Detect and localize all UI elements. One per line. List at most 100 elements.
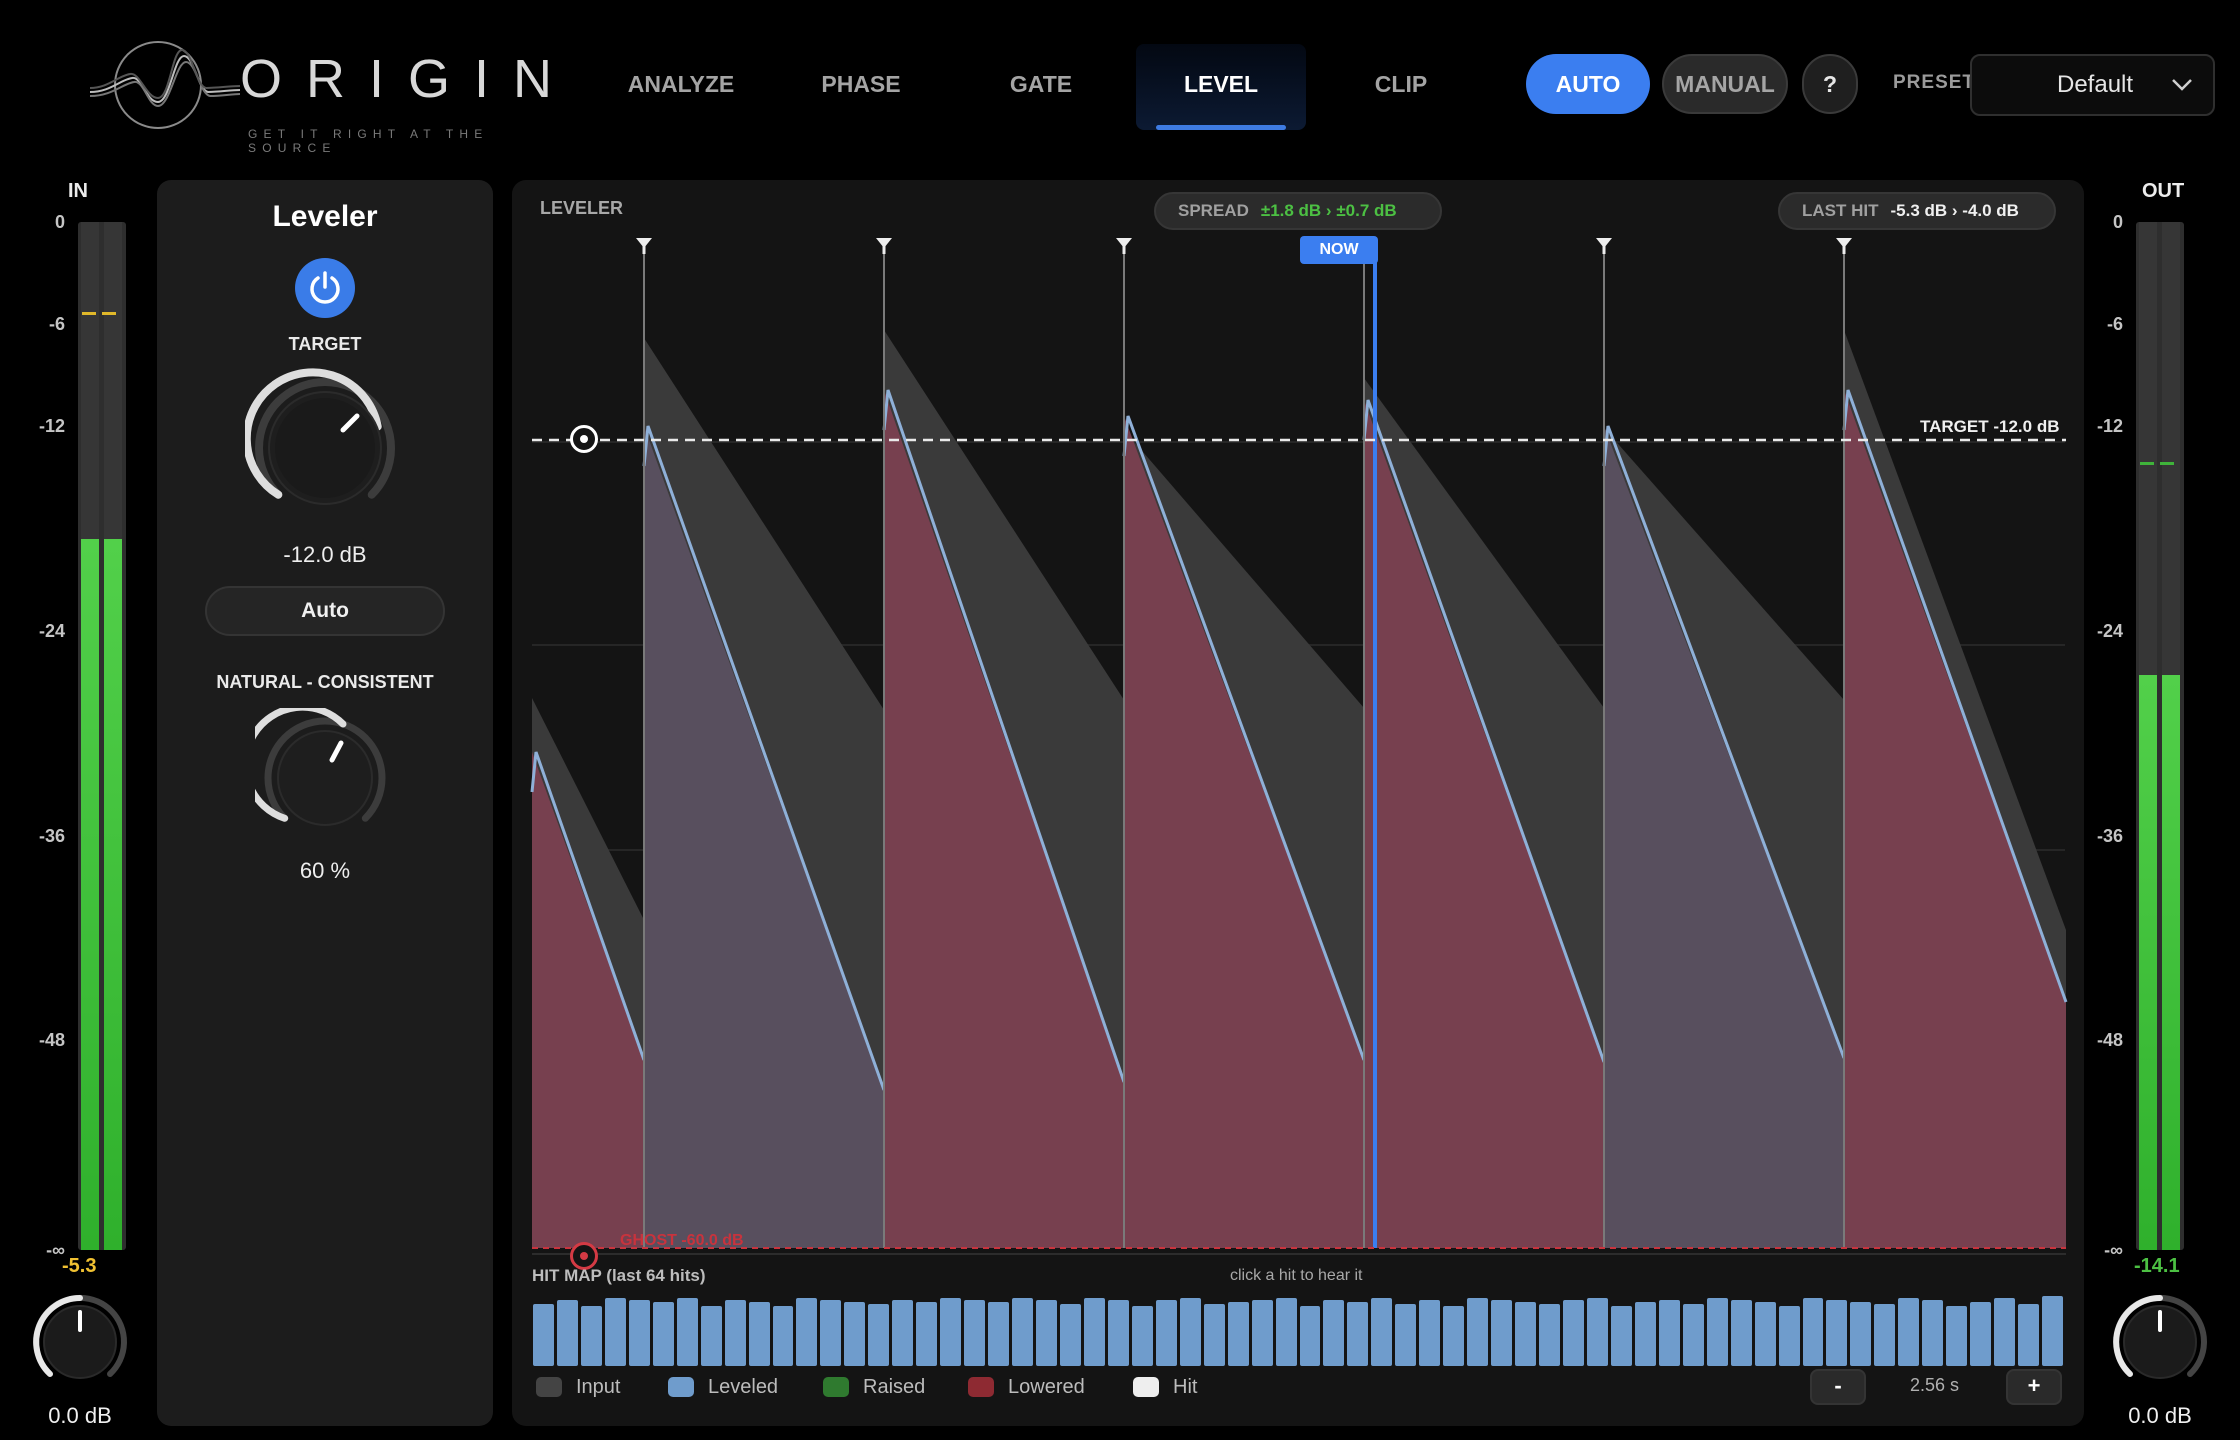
hit-map-bar[interactable] xyxy=(1395,1304,1417,1366)
hit-map-bar[interactable] xyxy=(868,1304,890,1366)
hit-map-bar[interactable] xyxy=(1203,1304,1225,1366)
hit-map-bar[interactable] xyxy=(1610,1306,1632,1366)
hit-map-bar[interactable] xyxy=(1323,1300,1345,1366)
hit-map-bar[interactable] xyxy=(1850,1302,1872,1366)
output-gain-knob[interactable] xyxy=(2108,1290,2212,1394)
tab-level[interactable]: LEVEL xyxy=(1136,44,1306,130)
preset-dropdown[interactable]: Default xyxy=(1970,54,2215,116)
auto-mode-button[interactable]: AUTO xyxy=(1526,54,1650,114)
tab-clip[interactable]: CLIP xyxy=(1316,44,1486,130)
hit-map-bar[interactable] xyxy=(580,1306,602,1366)
leveler-panel: Leveler TARGET -12.0 dB Auto NATURAL - C… xyxy=(157,180,493,1426)
hit-map-bar[interactable] xyxy=(748,1302,770,1366)
hit-map-bar[interactable] xyxy=(1443,1306,1465,1366)
hit-map-bar[interactable] xyxy=(1227,1302,1249,1366)
hit-map-bar[interactable] xyxy=(1036,1300,1057,1366)
hit-map-bar[interactable] xyxy=(556,1300,578,1366)
hit-map-bar[interactable] xyxy=(1586,1298,1608,1366)
logo-wordmark: ORIGIN xyxy=(240,49,577,109)
hit-map-bar[interactable] xyxy=(892,1300,914,1366)
target-knob[interactable] xyxy=(245,368,405,528)
hit-map-bar[interactable] xyxy=(1083,1298,1105,1366)
hit-map[interactable] xyxy=(533,1296,2063,1366)
hit-map-bar[interactable] xyxy=(1251,1300,1273,1366)
hit-map-bar[interactable] xyxy=(1946,1306,1968,1366)
hit-map-title: HIT MAP (last 64 hits) xyxy=(532,1266,706,1285)
output-level-fill-right xyxy=(2162,675,2180,1250)
output-meter-channel-right xyxy=(2162,222,2180,1250)
hit-map-bar[interactable] xyxy=(1898,1298,1920,1366)
hit-map-bar[interactable] xyxy=(1059,1304,1081,1366)
hit-map-bar[interactable] xyxy=(796,1298,818,1366)
hit-map-bar[interactable] xyxy=(820,1300,842,1366)
output-peak-hold xyxy=(2140,461,2180,465)
zoom-in-button[interactable]: + xyxy=(2006,1369,2062,1405)
hit-map-bar[interactable] xyxy=(628,1300,650,1366)
tab-phase[interactable]: PHASE xyxy=(776,44,946,130)
tab-label: PHASE xyxy=(821,71,901,97)
leveler-mode-button[interactable]: Auto xyxy=(205,586,445,636)
hit-map-bar[interactable] xyxy=(1467,1298,1489,1366)
hit-map-bar[interactable] xyxy=(1922,1300,1944,1366)
output-meter-scale-tick: -12 xyxy=(2096,416,2123,436)
hit-map-bar[interactable] xyxy=(1299,1306,1321,1366)
hit-map-bar[interactable] xyxy=(1491,1300,1513,1366)
hit-map-bar[interactable] xyxy=(1706,1298,1728,1366)
hit-map-bar[interactable] xyxy=(916,1302,938,1366)
output-meter-scale-tick: -6 xyxy=(2106,314,2123,334)
hit-map-bar[interactable] xyxy=(1562,1300,1584,1366)
hit-map-bar[interactable] xyxy=(652,1302,674,1366)
graph-title: LEVELER xyxy=(540,198,624,218)
hit-map-bar[interactable] xyxy=(844,1302,866,1366)
hit-map-bar[interactable] xyxy=(1371,1298,1393,1366)
legend-lowered: Lowered xyxy=(968,1374,1085,1400)
hit-map-bar[interactable] xyxy=(940,1298,962,1366)
hit-map-bar[interactable] xyxy=(1419,1300,1441,1366)
hit-map-bar[interactable] xyxy=(1994,1298,2016,1366)
leveler-waveform-graph[interactable] xyxy=(530,230,2070,1260)
hit-map-bar[interactable] xyxy=(1539,1304,1560,1366)
hit-map-bar[interactable] xyxy=(724,1300,746,1366)
hit-map-bar[interactable] xyxy=(1682,1304,1704,1366)
leveler-power-button[interactable] xyxy=(295,258,355,318)
hit-map-bar[interactable] xyxy=(1874,1304,1896,1366)
help-button[interactable]: ? xyxy=(1802,54,1858,114)
hit-map-bar[interactable] xyxy=(1826,1300,1848,1366)
tab-gate[interactable]: GATE xyxy=(956,44,1126,130)
hit-map-bar[interactable] xyxy=(700,1306,722,1366)
hit-map-bar[interactable] xyxy=(676,1298,698,1366)
hit-map-bar[interactable] xyxy=(2018,1304,2040,1366)
hit-map-bar[interactable] xyxy=(1634,1302,1656,1366)
tab-analyze[interactable]: ANALYZE xyxy=(596,44,766,130)
hit-map-bar[interactable] xyxy=(1179,1298,1201,1366)
output-meter-scale-tick: -36 xyxy=(2096,826,2123,846)
hit-map-bar[interactable] xyxy=(988,1302,1010,1366)
input-meter-scale-tick: -36 xyxy=(38,826,65,846)
legend-swatch xyxy=(968,1377,994,1397)
hit-map-bar[interactable] xyxy=(1107,1300,1129,1366)
tab-label: CLIP xyxy=(1374,71,1428,97)
hit-map-bar[interactable] xyxy=(1970,1302,1992,1366)
hit-map-bar[interactable] xyxy=(1275,1298,1297,1366)
hit-map-bar[interactable] xyxy=(772,1306,794,1366)
target-line-handle[interactable] xyxy=(570,425,598,453)
hit-map-bar[interactable] xyxy=(1658,1300,1680,1366)
input-gain-knob[interactable] xyxy=(28,1290,132,1394)
hit-map-bar[interactable] xyxy=(1155,1300,1177,1366)
hit-map-bar[interactable] xyxy=(533,1304,554,1366)
hit-map-bar[interactable] xyxy=(1012,1298,1034,1366)
hit-map-bar[interactable] xyxy=(604,1298,626,1366)
hit-map-bar[interactable] xyxy=(1754,1302,1776,1366)
hit-map-bar[interactable] xyxy=(964,1300,986,1366)
hit-map-bar[interactable] xyxy=(1515,1302,1537,1366)
natural-consistent-knob[interactable] xyxy=(255,708,395,848)
hit-map-bar[interactable] xyxy=(2042,1296,2063,1366)
legend-label: Lowered xyxy=(1008,1375,1085,1398)
hit-map-bar[interactable] xyxy=(1778,1306,1800,1366)
manual-mode-button[interactable]: MANUAL xyxy=(1662,54,1788,114)
hit-map-bar[interactable] xyxy=(1802,1298,1824,1366)
hit-map-bar[interactable] xyxy=(1730,1300,1752,1366)
hit-map-bar[interactable] xyxy=(1131,1306,1153,1366)
hit-map-bar[interactable] xyxy=(1347,1302,1369,1366)
zoom-out-button[interactable]: - xyxy=(1810,1369,1866,1405)
